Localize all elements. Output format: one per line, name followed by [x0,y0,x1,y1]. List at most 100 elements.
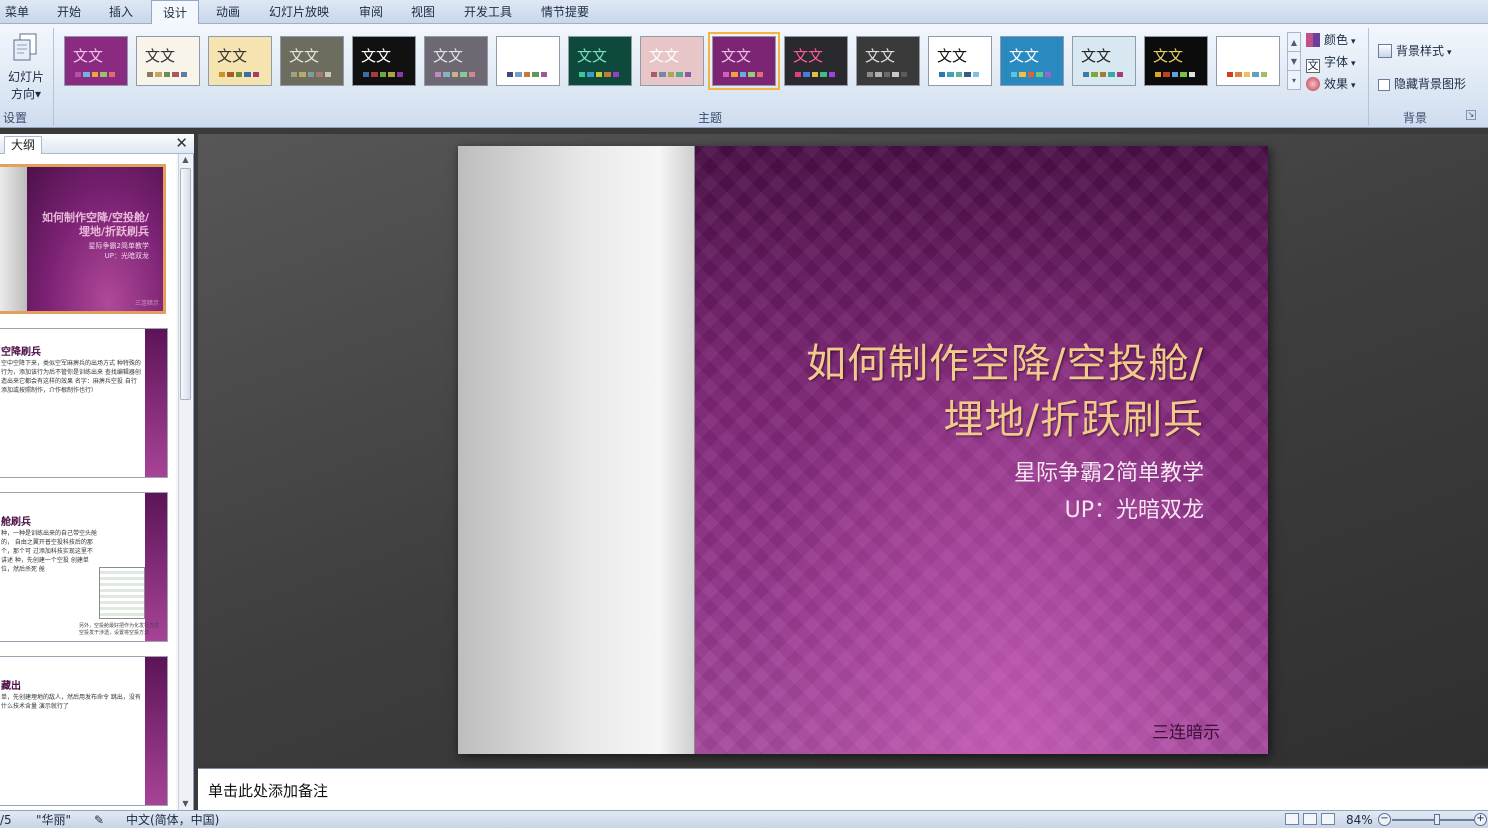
thumb-screenshot-image [99,567,145,619]
slide-thumbnail-3[interactable]: 舱刷兵 种，一种是训练出来的自己带空头舱的， 自由之翼开普空投科技后的那个，那个… [0,492,168,642]
tab-design[interactable]: 设计 [151,0,199,25]
theme-thumbnail[interactable]: 文文 [352,36,416,86]
theme-thumbnail[interactable]: 文文 [568,36,632,86]
slide-left-panel [458,146,695,754]
slide-thumbnail-4[interactable]: 藏出 单，先创建埋地的敌人，然后用发布命令 跳出，没有什么技术含量 演示就行了 [0,656,168,806]
theme-color-swatches [651,72,692,77]
slide-subtitle-1[interactable]: 星际争霸2简单教学 [844,456,1204,492]
theme-color-swatches [507,72,548,77]
tab-review[interactable]: 审阅 [350,0,392,24]
theme-sample-text: 文文 [649,47,680,65]
current-slide[interactable]: 如何制作空降/空投舱/埋地/折跃刷兵 星际争霸2简单教学 UP：光暗双龙 三连暗… [458,146,1268,754]
theme-thumbnail[interactable]: 文文 [1216,36,1280,86]
theme-thumbnail[interactable]: 文文 [708,32,780,90]
zoom-slider-knob[interactable] [1434,814,1440,825]
slide-thumbnail-2[interactable]: 空降刷兵 空中空降下来，类似空军麻痹兵的出场方式 种特殊的行为，添加该行为后不管… [0,328,168,478]
gallery-scroll[interactable]: ▲ ▼ ▾ [1287,32,1301,90]
theme-thumbnail[interactable]: 文文 [640,36,704,86]
theme-color-swatches [363,72,404,77]
notes-placeholder[interactable]: 单击此处添加备注 [208,780,328,801]
group-label-themes: 主题 [697,111,722,125]
slide-title[interactable]: 如何制作空降/空投舱/埋地/折跃刷兵 [784,336,1204,448]
theme-color-swatches [1155,72,1196,77]
theme-thumbnail[interactable]: 文文 [1000,36,1064,86]
ribbon-tab-bar: 菜单 开始 插入 设计 动画 幻灯片放映 审阅 视图 开发工具 情节提要 [0,0,1488,25]
close-icon[interactable]: ✕ [175,135,188,151]
outline-pane-header: 大纲 ✕ [0,134,194,154]
theme-sample-text: 文文 [361,47,392,65]
language-indicator[interactable]: 中文(简体，中国) [126,813,219,827]
tab-slideshow[interactable]: 幻灯片放映 [262,0,336,24]
gallery-more-icon[interactable]: ▾ [1288,71,1300,90]
theme-thumbnail[interactable]: 文文 [424,36,488,86]
slide-thumbnail-1[interactable]: 如何制作空降/空投舱/埋地/折跃刷兵 星际争霸2简单教学 UP：光暗双龙 三连暗示 [0,164,166,314]
theme-effects-button[interactable]: 效果 ▾ [1306,74,1356,94]
theme-sample-text: 文文 [1225,47,1256,65]
thumb-title: 如何制作空降/空投舱/埋地/折跃刷兵 [41,211,149,238]
theme-thumbnail[interactable]: 文文 [496,36,560,86]
theme-thumbnail[interactable]: 文文 [856,36,920,86]
spell-check-icon[interactable]: ✎ [94,813,104,827]
tab-menu[interactable]: 菜单 [0,0,34,24]
theme-thumbnail[interactable]: 文文 [1072,36,1136,86]
thumb-body: 空中空降下来，类似空军麻痹兵的出场方式 种特殊的行为，添加该行为后不管你是训练出… [1,360,141,394]
theme-color-swatches [723,72,764,77]
theme-sample-text: 文文 [289,47,320,65]
theme-thumbnail[interactable]: 文文 [1144,36,1208,86]
thumb-band [145,493,167,641]
outline-scrollbar[interactable]: ▲ ▼ [178,154,192,810]
theme-thumbnail[interactable]: 文文 [208,36,272,86]
slide-subtitle-2[interactable]: UP：光暗双龙 [844,493,1204,529]
theme-color-swatches [75,72,116,77]
thumb-footer: 三连暗示 [134,300,159,307]
theme-thumbnail[interactable]: 文文 [784,36,848,86]
slideshow-view-icon[interactable] [1321,813,1335,825]
slide-sorter-icon[interactable] [1303,813,1317,825]
tab-insert[interactable]: 插入 [100,0,142,24]
gallery-up-icon[interactable]: ▲ [1288,33,1300,52]
outline-tab[interactable]: 大纲 [4,136,43,154]
theme-sample-text: 文文 [505,47,536,65]
scroll-down-icon[interactable]: ▼ [179,798,192,810]
theme-thumbnail[interactable]: 文文 [928,36,992,86]
gallery-down-icon[interactable]: ▼ [1288,52,1300,71]
slide-footer[interactable]: 三连暗示 [1152,718,1220,743]
group-label-setup: 设置 [2,111,27,125]
theme-thumbnail[interactable]: 文文 [64,36,128,86]
normal-view-icon[interactable] [1285,813,1299,825]
theme-color-swatches [291,72,332,77]
theme-color-swatches [795,72,836,77]
theme-fonts-button[interactable]: 文字体 ▾ [1306,52,1356,73]
checkbox[interactable] [1378,79,1390,91]
dialog-launcher-icon[interactable]: ↘ [1466,110,1476,120]
theme-thumbnail[interactable]: 文文 [280,36,344,86]
chevron-down-icon: ▾ [34,87,42,101]
notes-pane[interactable]: 单击此处添加备注 [198,768,1488,810]
zoom-slider-track[interactable] [1392,819,1474,821]
palette-icon [1306,33,1320,47]
hide-background-graphics[interactable]: 隐藏背景图形 [1378,74,1466,94]
zoom-level[interactable]: 84% [1346,813,1373,827]
thumb-band [145,329,167,477]
tab-home[interactable]: 开始 [48,0,90,24]
background-style-icon [1378,44,1392,58]
zoom-in-icon[interactable]: + [1474,813,1487,826]
tab-developer[interactable]: 开发工具 [456,0,520,24]
zoom-out-icon[interactable]: − [1378,813,1391,826]
slide-orientation-button[interactable]: 幻灯片 方向▾ [0,30,50,104]
theme-sample-text: 文文 [793,47,824,65]
tab-animation[interactable]: 动画 [207,0,249,24]
theme-thumbnail[interactable]: 文文 [136,36,200,86]
thumb-note: 另外，空投舱最好把作为化发行方式 空投发干涉透，设置将空投方法 [79,623,160,636]
status-bar: /5 "华丽" ✎ 中文(简体，中国) 84% − + [0,810,1488,828]
theme-colors-button[interactable]: 颜色 ▾ [1306,30,1356,50]
effects-icon [1306,77,1320,91]
scroll-up-icon[interactable]: ▲ [179,154,192,166]
tab-storyboard[interactable]: 情节提要 [533,0,597,24]
scrollbar-thumb[interactable] [180,168,191,400]
background-style-button[interactable]: 背景样式 ▾ [1378,41,1452,61]
tab-view[interactable]: 视图 [402,0,444,24]
thumb-heading: 舱刷兵 [1,517,31,528]
thumb-subtitle: 星际争霸2简单教学 UP：光暗双龙 [88,242,149,260]
theme-sample-text: 文文 [73,47,104,65]
